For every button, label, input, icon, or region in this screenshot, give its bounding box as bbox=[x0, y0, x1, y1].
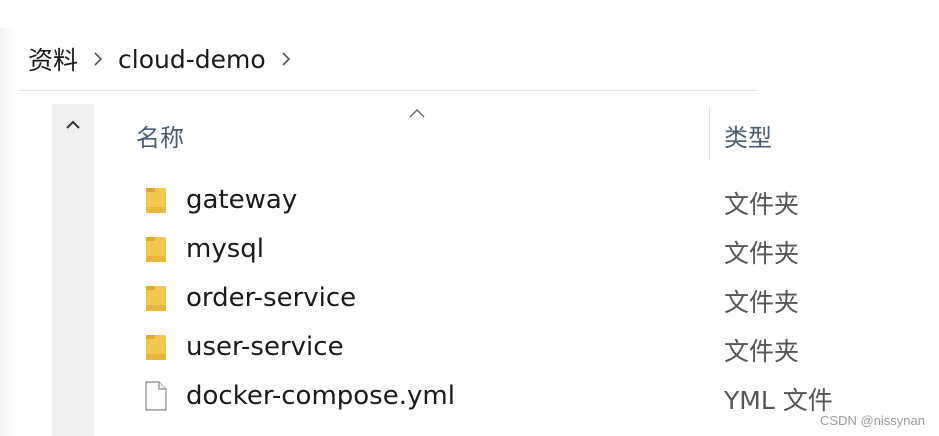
chevron-right-icon[interactable] bbox=[272, 39, 300, 79]
breadcrumb: 资料 cloud-demo bbox=[18, 28, 758, 91]
folder-icon bbox=[144, 185, 168, 215]
column-header-name[interactable]: 名称 bbox=[136, 118, 184, 153]
list-item-gateway[interactable]: gateway 文件夹 bbox=[94, 176, 939, 225]
file-type: 文件夹 bbox=[724, 190, 800, 219]
window-edge bbox=[0, 28, 18, 436]
file-list: gateway 文件夹 mysql 文件夹 order-service 文件夹 … bbox=[94, 176, 939, 421]
file-name: docker-compose.yml bbox=[186, 381, 455, 411]
file-icon bbox=[144, 381, 168, 411]
list-item-order-service[interactable]: order-service 文件夹 bbox=[94, 274, 939, 323]
file-name: gateway bbox=[186, 185, 298, 215]
column-header-type[interactable]: 类型 bbox=[724, 118, 772, 153]
file-type: 文件夹 bbox=[724, 239, 800, 268]
column-header-row: 名称 类型 bbox=[94, 104, 939, 162]
list-item-docker-compose[interactable]: docker-compose.yml YML 文件 bbox=[94, 372, 939, 421]
chevron-up-icon[interactable] bbox=[52, 112, 94, 138]
folder-icon bbox=[144, 332, 168, 362]
breadcrumb-item-resources[interactable]: 资料 bbox=[18, 41, 84, 77]
chevron-right-icon[interactable] bbox=[84, 39, 112, 79]
watermark: CSDN @nissynan bbox=[820, 413, 925, 428]
list-item-user-service[interactable]: user-service 文件夹 bbox=[94, 323, 939, 372]
file-type: YML 文件 bbox=[724, 386, 833, 415]
column-divider[interactable] bbox=[709, 106, 710, 160]
list-item-mysql[interactable]: mysql 文件夹 bbox=[94, 225, 939, 274]
folder-icon bbox=[144, 234, 168, 264]
navigation-pane-scroll[interactable] bbox=[52, 104, 94, 436]
folder-icon bbox=[144, 283, 168, 313]
breadcrumb-item-cloud-demo[interactable]: cloud-demo bbox=[112, 45, 272, 74]
file-type: 文件夹 bbox=[724, 337, 800, 366]
sort-ascending-icon bbox=[408, 104, 428, 118]
file-name: mysql bbox=[186, 234, 264, 264]
file-name: order-service bbox=[186, 283, 357, 313]
file-name: user-service bbox=[186, 332, 344, 362]
file-type: 文件夹 bbox=[724, 288, 800, 317]
file-explorer-window: 资料 cloud-demo 名称 类型 gateway 文件夹 mysql 文件… bbox=[0, 0, 939, 436]
